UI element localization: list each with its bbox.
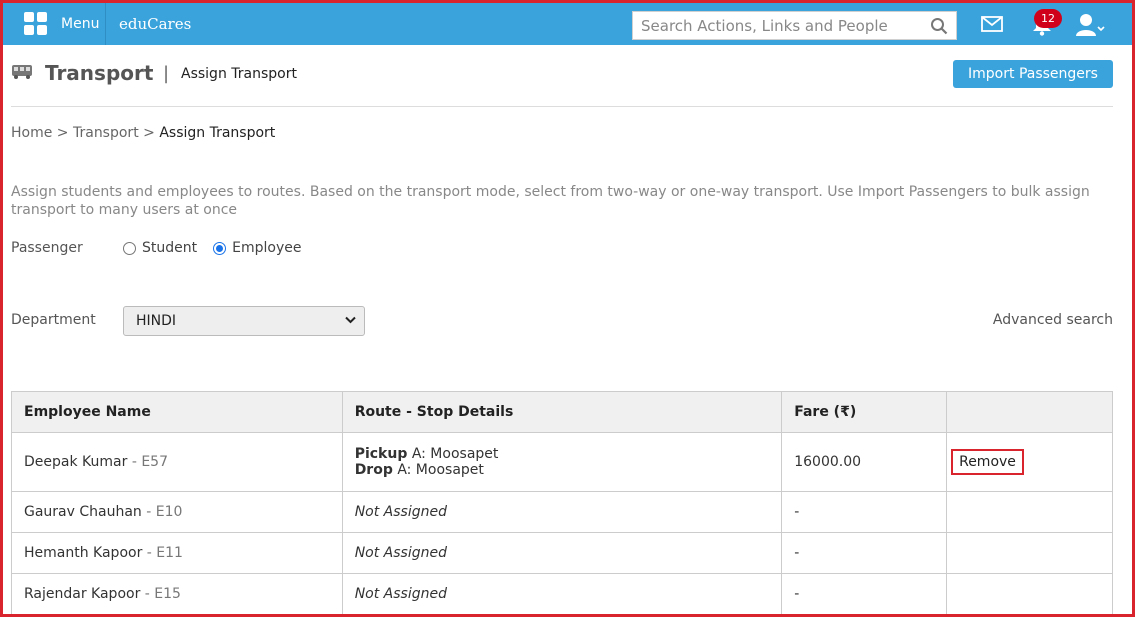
passenger-selector: Passenger Student Employee bbox=[11, 240, 317, 256]
search-icon[interactable] bbox=[930, 17, 948, 35]
table-row: Gaurav Chauhan - E10 Not Assigned - bbox=[11, 491, 1113, 533]
department-value: HINDI bbox=[136, 313, 177, 329]
radio-employee-label: Employee bbox=[232, 240, 302, 256]
user-menu-icon[interactable] bbox=[1075, 12, 1105, 38]
breadcrumb-separator: > bbox=[143, 125, 155, 141]
advanced-search-link[interactable]: Advanced search bbox=[993, 312, 1113, 328]
search-input[interactable] bbox=[633, 12, 923, 39]
fare-cell: 16000.00 bbox=[781, 432, 948, 492]
employee-code: - E15 bbox=[144, 586, 181, 602]
action-cell: Remove bbox=[946, 432, 1113, 492]
radio-student-label: Student bbox=[142, 240, 198, 256]
table-row: Deepak Kumar - E57 Pickup A: Moosapet Dr… bbox=[11, 432, 1113, 492]
employee-name: Hemanth Kapoor bbox=[24, 545, 143, 561]
column-header-action bbox=[946, 391, 1113, 433]
action-cell bbox=[946, 491, 1113, 533]
column-header-employee-name: Employee Name bbox=[11, 391, 343, 433]
header-divider bbox=[11, 106, 1113, 107]
remove-button[interactable]: Remove bbox=[951, 449, 1024, 475]
employee-code: - E10 bbox=[146, 504, 183, 520]
column-header-route-stop: Route - Stop Details bbox=[341, 391, 783, 433]
route-cell: Not Assigned bbox=[341, 532, 783, 574]
page-subtitle: Assign Transport bbox=[181, 66, 297, 82]
page-header: Transport | Assign Transport Import Pass… bbox=[11, 55, 1113, 91]
chevron-down-icon bbox=[345, 316, 356, 324]
import-passengers-button[interactable]: Import Passengers bbox=[953, 60, 1113, 88]
table-row: Hemanth Kapoor - E11 Not Assigned - bbox=[11, 532, 1113, 574]
radio-employee-button[interactable] bbox=[213, 241, 227, 255]
employee-name-cell: Deepak Kumar - E57 bbox=[11, 432, 343, 492]
radio-student-button[interactable] bbox=[123, 241, 136, 255]
title-separator: | bbox=[163, 63, 170, 84]
radio-student[interactable]: Student bbox=[123, 240, 197, 256]
employee-name-cell: Hemanth Kapoor - E11 bbox=[11, 532, 343, 574]
passenger-table: Employee Name Route - Stop Details Fare … bbox=[11, 391, 1113, 615]
route-cell: Not Assigned bbox=[341, 573, 783, 615]
employee-name-cell: Gaurav Chauhan - E10 bbox=[11, 491, 343, 533]
column-header-fare: Fare (₹) bbox=[781, 391, 948, 433]
breadcrumb-transport[interactable]: Transport bbox=[73, 125, 139, 141]
global-search[interactable] bbox=[632, 11, 957, 40]
radio-employee[interactable]: Employee bbox=[213, 240, 301, 256]
route-cell: Pickup A: Moosapet Drop A: Moosapet bbox=[341, 432, 783, 492]
action-cell bbox=[946, 532, 1113, 574]
menu-label: Menu bbox=[61, 16, 100, 32]
passenger-label: Passenger bbox=[11, 240, 83, 256]
page-description: Assign students and employees to routes.… bbox=[11, 184, 1090, 218]
page-title: Transport bbox=[45, 61, 154, 85]
grid-menu-icon bbox=[24, 12, 48, 36]
fare-cell: - bbox=[781, 491, 948, 533]
top-navbar: Menu eduCares 12 bbox=[3, 3, 1132, 45]
fare-cell: - bbox=[781, 532, 948, 574]
breadcrumb-current: Assign Transport bbox=[159, 125, 276, 141]
employee-name: Deepak Kumar bbox=[24, 454, 128, 470]
department-label: Department bbox=[11, 312, 96, 328]
drop-label: Drop bbox=[354, 462, 393, 478]
employee-name-cell: Rajendar Kapoor - E15 bbox=[11, 573, 343, 615]
menu-button[interactable]: Menu bbox=[11, 3, 106, 45]
mail-icon[interactable] bbox=[981, 15, 1003, 33]
table-header-row: Employee Name Route - Stop Details Fare … bbox=[11, 391, 1113, 433]
employee-name: Rajendar Kapoor bbox=[24, 586, 141, 602]
department-select[interactable]: HINDI bbox=[123, 306, 365, 336]
breadcrumb-home[interactable]: Home bbox=[11, 125, 52, 141]
employee-name: Gaurav Chauhan bbox=[24, 504, 142, 520]
table-row: Rajendar Kapoor - E15 Not Assigned - bbox=[11, 573, 1113, 615]
drop-stop: A: Moosapet bbox=[397, 462, 484, 478]
fare-cell: - bbox=[781, 573, 948, 615]
pickup-label: Pickup bbox=[354, 446, 408, 462]
employee-code: - E11 bbox=[146, 545, 183, 561]
action-cell bbox=[946, 573, 1113, 615]
bus-icon bbox=[12, 65, 32, 79]
route-cell: Not Assigned bbox=[341, 491, 783, 533]
pickup-stop: A: Moosapet bbox=[411, 446, 499, 462]
breadcrumb: Home > Transport > Assign Transport bbox=[11, 125, 275, 141]
breadcrumb-separator: > bbox=[56, 125, 69, 141]
notification-badge: 12 bbox=[1034, 9, 1062, 28]
brand-name[interactable]: eduCares bbox=[119, 3, 191, 45]
employee-code: - E57 bbox=[131, 454, 168, 470]
